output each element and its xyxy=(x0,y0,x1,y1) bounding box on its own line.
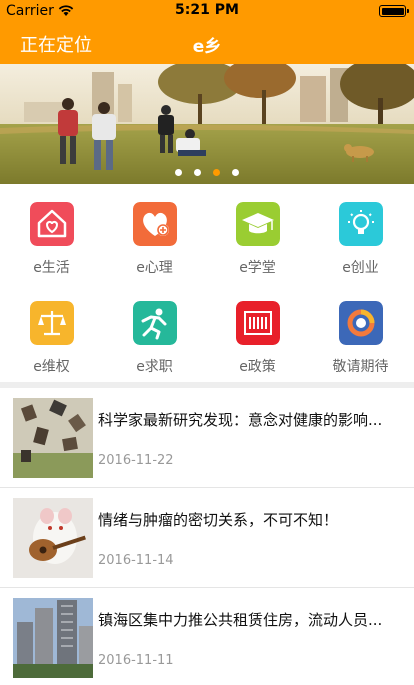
news-title: 情绪与肿瘤的密切关系，不可不知！ xyxy=(98,511,339,529)
news-item[interactable]: 镇海区集中力推公共租赁住房，流动人员... 2016-11-11 xyxy=(0,588,414,685)
carousel-dot[interactable] xyxy=(175,169,182,176)
scales-icon xyxy=(30,301,74,345)
lightbulb-icon xyxy=(339,202,383,246)
service-grid: e生活 e心理 e学堂 e创业 e维权 e求职 e政策 敬请期待 xyxy=(0,184,414,382)
carousel-dot[interactable] xyxy=(213,169,220,176)
document-icon xyxy=(236,301,280,345)
news-thumbnail xyxy=(13,498,93,578)
news-thumbnail xyxy=(13,598,93,678)
grid-item-school[interactable]: e学堂 xyxy=(206,184,309,283)
news-item[interactable]: 情绪与肿瘤的密切关系，不可不知！ 2016-11-14 xyxy=(0,488,414,588)
grid-item-label: e维权 xyxy=(33,359,70,375)
battery-icon xyxy=(379,5,409,17)
news-date: 2016-11-11 xyxy=(98,653,174,668)
ring-icon xyxy=(339,301,383,345)
banner-carousel[interactable] xyxy=(0,64,414,184)
grid-item-psychology[interactable]: e心理 xyxy=(103,184,206,283)
page-title: e乡 xyxy=(192,37,222,57)
carousel-indicator[interactable] xyxy=(0,169,414,177)
grid-item-label: e求职 xyxy=(136,359,173,375)
grid-item-label: e学堂 xyxy=(239,260,276,276)
graduation-cap-icon xyxy=(236,202,280,246)
grid-item-startup[interactable]: e创业 xyxy=(309,184,412,283)
news-item[interactable]: 科学家最新研究发现：意念对健康的影响... 2016-11-22 xyxy=(0,388,414,488)
news-thumbnail xyxy=(13,398,93,478)
running-man-icon xyxy=(133,301,177,345)
grid-item-jobs[interactable]: e求职 xyxy=(103,283,206,382)
news-date: 2016-11-14 xyxy=(98,553,174,568)
grid-item-life[interactable]: e生活 xyxy=(0,184,103,283)
battery-fill xyxy=(381,7,404,15)
heart-plus-icon xyxy=(133,202,177,246)
banner-image xyxy=(0,64,414,184)
grid-item-label: e心理 xyxy=(136,260,173,276)
home-heart-icon xyxy=(30,202,74,246)
status-bar: Carrier 5:21 PM xyxy=(0,0,414,22)
grid-item-label: e政策 xyxy=(239,359,276,375)
carousel-dot[interactable] xyxy=(232,169,239,176)
grid-item-rights[interactable]: e维权 xyxy=(0,283,103,382)
news-date: 2016-11-22 xyxy=(98,453,174,468)
clock: 5:21 PM xyxy=(175,2,239,18)
grid-item-label: 敬请期待 xyxy=(332,359,389,375)
nav-bar: 正在定位 e乡 xyxy=(0,22,414,64)
news-title: 科学家最新研究发现：意念对健康的影响... xyxy=(98,411,383,429)
news-title: 镇海区集中力推公共租赁住房，流动人员... xyxy=(98,611,383,629)
app-screen: Carrier 5:21 PM 正在定位 e乡 e生活 e心理 e学堂 e创业 … xyxy=(0,0,414,685)
grid-item-policy[interactable]: e政策 xyxy=(206,283,309,382)
carousel-dot[interactable] xyxy=(194,169,201,176)
grid-item-label: e创业 xyxy=(342,260,379,276)
grid-item-coming-soon[interactable]: 敬请期待 xyxy=(309,283,412,382)
grid-item-label: e生活 xyxy=(33,260,70,276)
